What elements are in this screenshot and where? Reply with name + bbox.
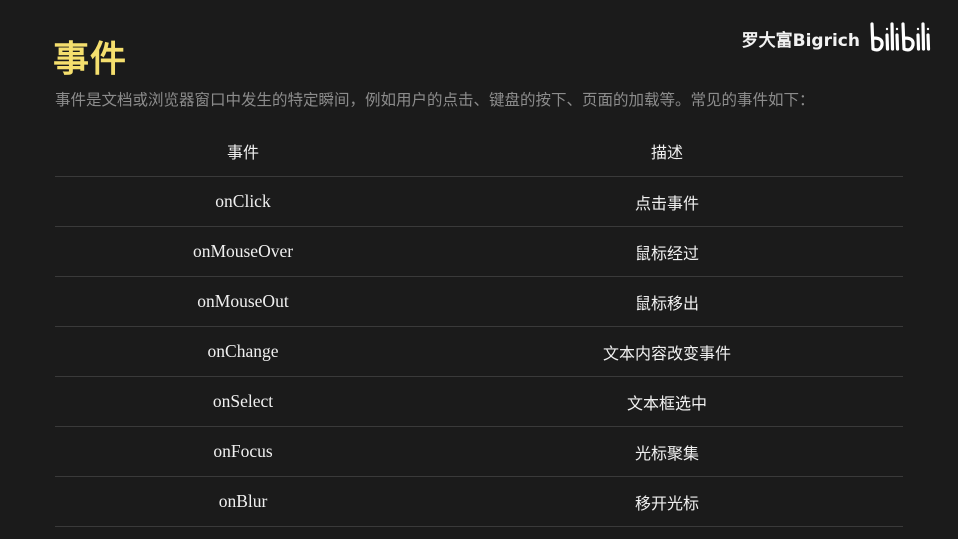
table-header-row: 事件 描述: [55, 126, 903, 177]
event-description-cell: 移开光标: [634, 493, 699, 513]
event-name-cell: onChange: [207, 341, 279, 361]
table-row: onChange 文本内容改变事件: [55, 327, 903, 377]
column-header-event: 事件: [226, 143, 259, 162]
bilibili-logo-icon: [870, 22, 931, 52]
event-name-cell: onSelect: [212, 391, 274, 411]
event-name-cell: onClick: [215, 191, 271, 211]
channel-watermark: 罗大富Bigrich: [742, 18, 940, 58]
slide: 事件 事件是文档或浏览器窗口中发生的特定瞬间，例如用户的点击、键盘的按下、页面的…: [0, 0, 958, 539]
channel-name: 罗大富Bigrich: [741, 30, 860, 51]
event-description-cell: 光标聚集: [634, 443, 699, 463]
event-description-cell: 鼠标经过: [634, 243, 699, 263]
table-row: onMouseOver 鼠标经过: [55, 227, 903, 277]
table-row: onSelect 文本框选中: [55, 377, 903, 427]
table-row: onMouseOut 鼠标移出: [55, 277, 903, 327]
event-description-cell: 点击事件: [634, 193, 699, 213]
event-description-cell: 文本框选中: [626, 393, 707, 413]
page-title: 事件: [53, 39, 128, 80]
event-name-cell: onFocus: [213, 441, 273, 461]
event-name-cell: onBlur: [218, 491, 268, 511]
event-name-cell: onMouseOut: [197, 291, 289, 311]
table-row: onFocus 光标聚集: [55, 427, 903, 477]
column-header-description: 描述: [650, 143, 683, 162]
events-table: 事件 描述 onClick 点击事件 onMouseOver 鼠标经过 onMo…: [55, 126, 903, 527]
event-name-cell: onMouseOver: [192, 241, 294, 261]
event-description-cell: 鼠标移出: [634, 293, 699, 313]
event-description-cell: 文本内容改变事件: [602, 343, 731, 363]
page-subtitle: 事件是文档或浏览器窗口中发生的特定瞬间，例如用户的点击、键盘的按下、页面的加载等…: [55, 91, 815, 109]
table-row: onClick 点击事件: [55, 177, 903, 227]
table-row: onBlur 移开光标: [55, 477, 903, 527]
